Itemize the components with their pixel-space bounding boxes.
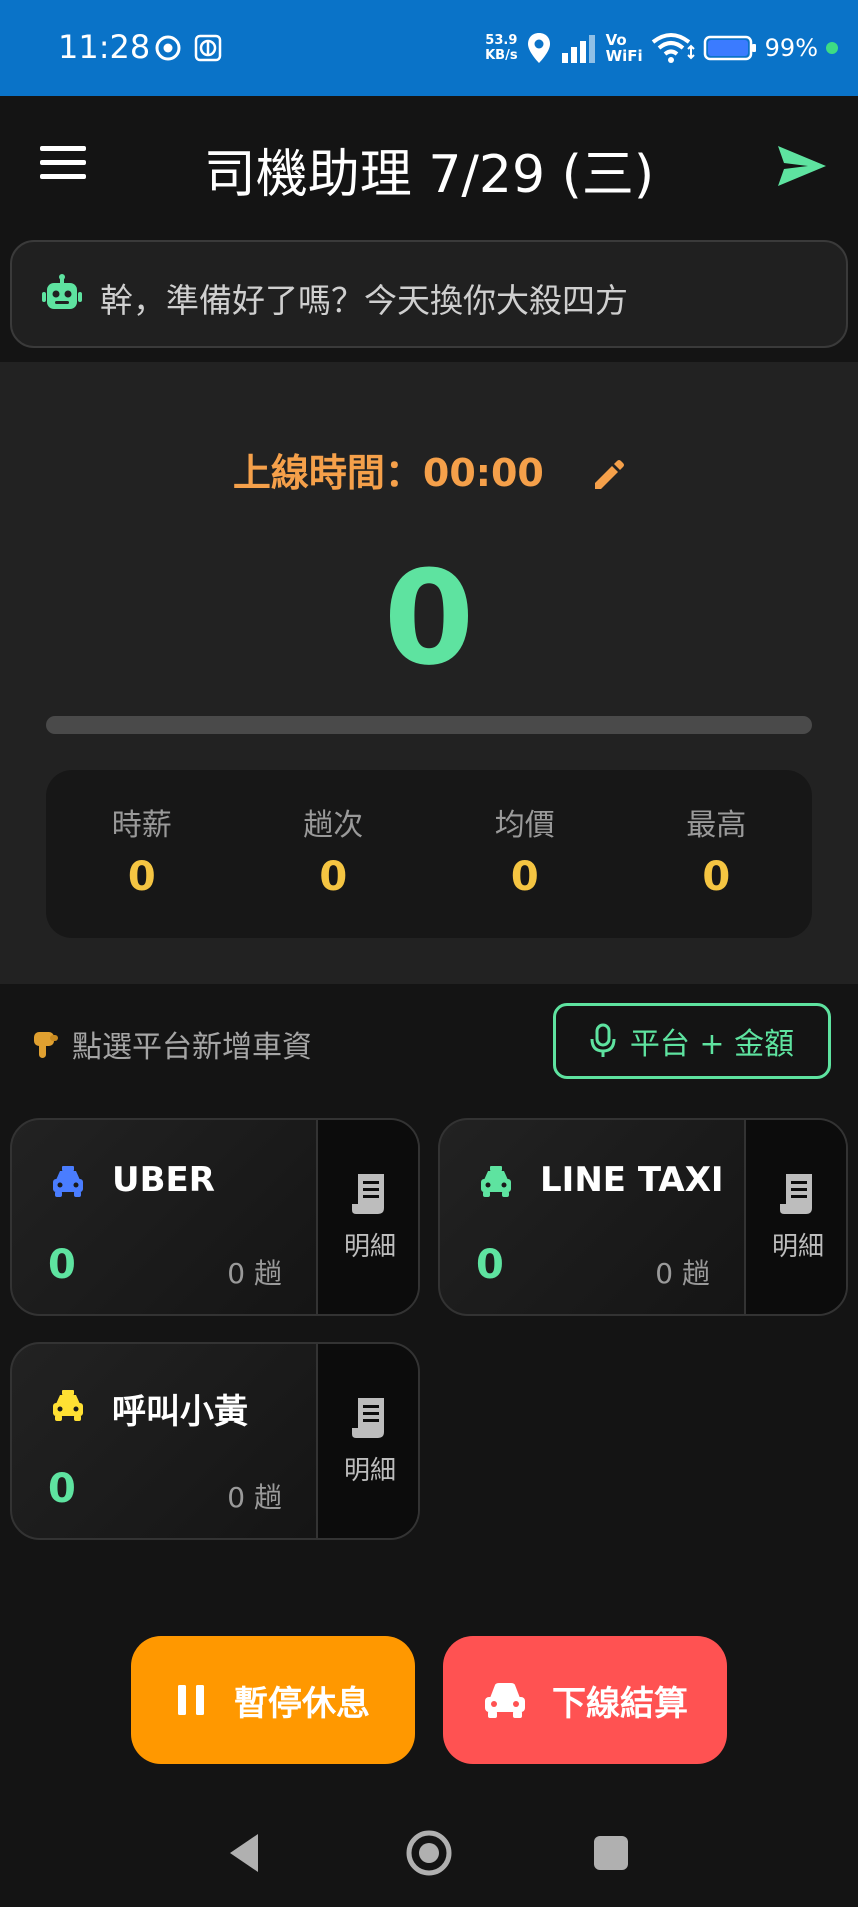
- hint-text: 點選平台新增車資: [72, 1030, 312, 1065]
- page-title: 司機助理 7/29 (三): [203, 145, 655, 205]
- stat-label: 時薪: [111, 808, 172, 843]
- vowifi-top: Vo: [605, 31, 627, 49]
- location-icon: [527, 33, 550, 63]
- battery-percent: 99%: [764, 34, 818, 62]
- online-time-row: 上線時間：00:00: [0, 442, 858, 497]
- platform-detail-button[interactable]: 明細: [316, 1120, 418, 1314]
- recents-icon[interactable]: [586, 1828, 636, 1878]
- stat-average: 均價 0: [429, 770, 621, 938]
- send-icon[interactable]: [774, 138, 830, 194]
- stat-trips: 趟次 0: [238, 770, 430, 938]
- pause-button[interactable]: 暫停休息: [131, 1636, 415, 1764]
- summary-panel: 上線時間：00:00 0 時薪 0 趟次 0 均價 0 最高 0: [0, 362, 858, 984]
- chrome-icon: [155, 35, 181, 61]
- platform-name: UBER: [112, 1160, 215, 1200]
- receipt-icon: [780, 1174, 812, 1214]
- taxi-icon: [481, 1166, 511, 1197]
- platform-amount: 0: [48, 1466, 76, 1512]
- battery-icon: [703, 35, 756, 61]
- detail-label: 明細: [771, 1232, 824, 1262]
- stat-highest: 最高 0: [621, 770, 813, 938]
- end-shift-button[interactable]: 下線結算: [443, 1636, 727, 1764]
- vowifi-bottom: WiFi: [605, 47, 643, 65]
- stat-label: 均價: [494, 808, 555, 843]
- voice-button-label: 平台 + 金額: [629, 1027, 795, 1062]
- system-nav-bar: [0, 1800, 858, 1907]
- detail-label: 明細: [343, 1456, 396, 1486]
- platform-amount: 0: [476, 1242, 504, 1288]
- car-icon: [485, 1683, 525, 1718]
- app-bar: 司機助理 7/29 (三): [0, 96, 858, 238]
- app-notification-icon: [194, 34, 222, 62]
- platform-trips: 0 趟: [227, 1257, 282, 1290]
- edit-icon[interactable]: [591, 459, 625, 493]
- platform-name: LINE TAXI: [540, 1160, 724, 1200]
- stat-value: 0: [702, 854, 731, 900]
- stat-value: 0: [510, 854, 539, 900]
- wifi-icon: [651, 33, 695, 63]
- stat-label: 最高: [686, 808, 747, 843]
- pause-icon: [178, 1685, 204, 1715]
- status-time: 11:28: [58, 28, 151, 66]
- stat-hourly: 時薪 0: [46, 770, 238, 938]
- receipt-icon: [352, 1398, 384, 1438]
- microphone-icon: [590, 1023, 616, 1057]
- vowifi-label: Vo WiFi: [606, 32, 643, 64]
- receipt-icon: [352, 1174, 384, 1214]
- network-speed-value: 53.9: [485, 33, 518, 48]
- taxi-icon: [53, 1390, 83, 1421]
- taxi-icon: [53, 1166, 83, 1197]
- platform-add-area[interactable]: UBER 0 0 趟: [12, 1120, 316, 1314]
- stat-label: 趟次: [303, 808, 364, 843]
- platform-name: 呼叫小黃: [112, 1392, 248, 1432]
- robot-icon: [42, 274, 82, 309]
- platform-card-uber[interactable]: UBER 0 0 趟 明細: [10, 1118, 420, 1316]
- add-fare-hint: 點選平台新增車資: [30, 1022, 312, 1066]
- total-amount: 0: [383, 542, 475, 694]
- stat-value: 0: [127, 854, 156, 900]
- end-shift-button-label: 下線結算: [552, 1683, 688, 1724]
- platform-detail-button[interactable]: 明細: [744, 1120, 846, 1314]
- greeting-banner: 幹，準備好了嗎？今天換你大殺四方: [10, 240, 848, 348]
- platform-amount: 0: [48, 1242, 76, 1288]
- platform-card-line-taxi[interactable]: LINE TAXI 0 0 趟 明細: [438, 1118, 848, 1316]
- stat-value: 0: [319, 854, 348, 900]
- platform-card-yellow-cab[interactable]: 呼叫小黃 0 0 趟 明細: [10, 1342, 420, 1540]
- home-icon[interactable]: [404, 1828, 454, 1878]
- detail-label: 明細: [343, 1232, 396, 1262]
- status-right-group: 53.9 KB/s Vo WiFi 99%: [485, 26, 838, 70]
- status-bar: 11:28 53.9 KB/s Vo WiFi 99%: [0, 0, 858, 96]
- back-icon[interactable]: [222, 1828, 272, 1878]
- online-time-label: 上線時間：00:00: [232, 451, 544, 495]
- platform-detail-button[interactable]: 明細: [316, 1344, 418, 1538]
- stats-box: 時薪 0 趟次 0 均價 0 最高 0: [46, 770, 812, 938]
- pause-button-label: 暫停休息: [234, 1683, 370, 1724]
- signal-icon: [561, 35, 595, 63]
- voice-input-button[interactable]: 平台 + 金額: [553, 1003, 831, 1079]
- platform-add-area[interactable]: LINE TAXI 0 0 趟: [440, 1120, 744, 1314]
- status-dot: [826, 42, 838, 54]
- platform-add-area[interactable]: 呼叫小黃 0 0 趟: [12, 1344, 316, 1538]
- network-speed-unit: KB/s: [485, 48, 518, 63]
- pointing-down-hand-icon: [34, 1032, 58, 1058]
- network-speed: 53.9 KB/s: [485, 33, 517, 63]
- platform-trips: 0 趟: [227, 1481, 282, 1514]
- earnings-progress-bar: [46, 716, 812, 734]
- platform-trips: 0 趟: [655, 1257, 710, 1290]
- greeting-text: 幹，準備好了嗎？今天換你大殺四方: [100, 281, 628, 320]
